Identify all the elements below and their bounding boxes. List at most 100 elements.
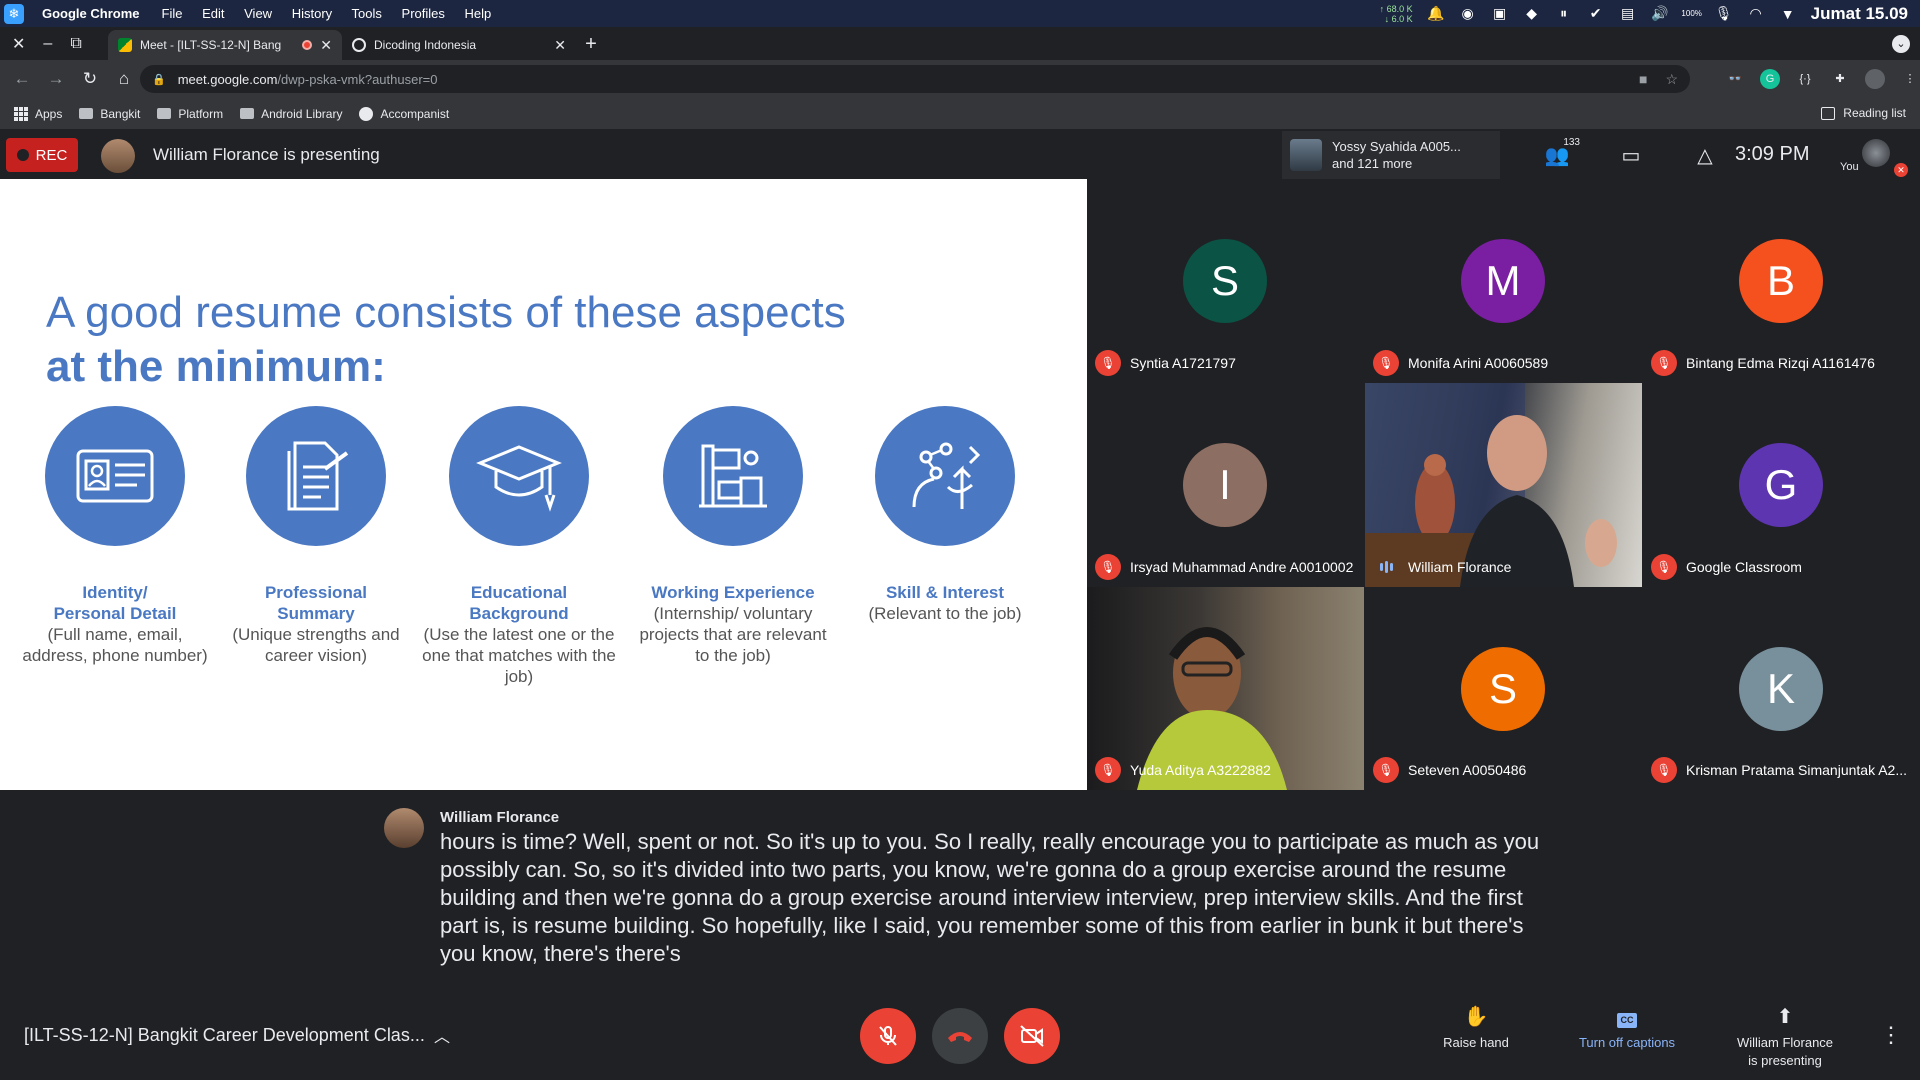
other-participants-preview[interactable]: Yossy Syahida A005... and 121 more xyxy=(1282,131,1500,179)
maximize-window-icon[interactable]: ⧉ xyxy=(70,35,81,53)
menu-tools[interactable]: Tools xyxy=(352,6,382,21)
others-line1: Yossy Syahida A005... xyxy=(1332,139,1461,154)
menu-profiles[interactable]: Profiles xyxy=(402,6,445,21)
tab-title: Meet - [ILT-SS-12-N] Bang xyxy=(140,38,282,52)
camera-off-icon xyxy=(1020,1025,1044,1047)
bookmark-apps[interactable]: Apps xyxy=(14,106,62,121)
recording-button[interactable]: REC xyxy=(6,138,78,172)
aspect-identity: Identity/Personal Detail (Full name, ema… xyxy=(15,406,215,666)
tab-strip: ✕ – ⧉ Meet - [ILT-SS-12-N] Bang ✕ Dicodi… xyxy=(0,27,1920,60)
os-logo-icon[interactable]: ❄ xyxy=(4,3,24,24)
apps-grid-icon xyxy=(14,106,28,121)
leave-call-button[interactable] xyxy=(932,1008,988,1064)
record-dot-icon xyxy=(16,149,29,161)
aspect-description: (Internship/ voluntary projects that are… xyxy=(639,604,827,665)
check-icon[interactable]: ✔ xyxy=(1587,5,1605,22)
captions-toggle-button[interactable]: CC Turn off captions xyxy=(1570,1008,1684,1052)
close-window-icon[interactable]: ✕ xyxy=(12,34,25,54)
chrome-menu-icon[interactable]: ⋮ xyxy=(1900,69,1920,89)
bookmark-android-library[interactable]: Android Library xyxy=(240,107,342,121)
extension-glasses-icon[interactable]: 👓 xyxy=(1725,69,1745,89)
self-view[interactable]: You ✕ xyxy=(1832,139,1912,179)
discord-icon[interactable]: ◉ xyxy=(1459,5,1477,22)
closed-captions-icon: CC xyxy=(1570,1008,1684,1034)
participant-name: Irsyad Muhammad Andre A0010002 xyxy=(1130,559,1354,575)
lock-icon[interactable]: 🔒 xyxy=(152,73,166,86)
participant-avatar: G xyxy=(1739,443,1823,527)
bookmark-label: Accompanist xyxy=(380,106,450,121)
wifi-icon[interactable]: ◠ xyxy=(1747,5,1765,22)
presenting-line1: William Florance xyxy=(1736,1035,1834,1050)
participant-tile[interactable]: S 🎙 Syntia A1721797 xyxy=(1087,179,1364,383)
self-avatar xyxy=(1862,139,1890,167)
hang-up-icon xyxy=(948,1032,972,1042)
menu-help[interactable]: Help xyxy=(465,6,492,21)
participant-video-tile[interactable]: William Florance xyxy=(1365,383,1642,587)
meeting-name[interactable]: [ILT-SS-12-N] Bangkit Career Development… xyxy=(24,1025,425,1046)
app-tray-icon[interactable]: ◆ xyxy=(1523,5,1541,22)
window-controls: ✕ – ⧉ xyxy=(0,27,108,60)
bookmark-star-icon[interactable]: ☆ xyxy=(1665,71,1678,88)
menu-edit[interactable]: Edit xyxy=(202,6,224,21)
menu-view[interactable]: View xyxy=(244,6,272,21)
menu-file[interactable]: File xyxy=(162,6,183,21)
aspect-title: Professional Summary xyxy=(264,583,368,623)
minimize-window-icon[interactable]: – xyxy=(43,35,52,53)
chevron-up-icon[interactable]: ︿ xyxy=(434,1023,450,1047)
activities-shapes-icon: △ xyxy=(1697,144,1713,167)
volume-icon[interactable]: 🔊 xyxy=(1651,5,1669,22)
os-app-name[interactable]: Google Chrome xyxy=(42,6,140,21)
camera-in-use-icon[interactable]: ■ xyxy=(1639,71,1647,88)
tab-search-icon[interactable]: ⌄ xyxy=(1892,35,1910,53)
bookmark-accompanist[interactable]: Accompanist xyxy=(359,106,450,121)
reading-list-button[interactable]: Reading list xyxy=(1821,106,1906,120)
caption-text: hours is time? Well, spent or not. So it… xyxy=(440,829,1540,966)
bookmark-platform[interactable]: Platform xyxy=(157,107,223,121)
extensions-puzzle-icon[interactable]: ✚ xyxy=(1830,69,1850,89)
forward-icon[interactable]: → xyxy=(46,69,66,89)
dropdown-icon[interactable]: ▼ xyxy=(1779,6,1797,22)
grammarly-icon[interactable]: G xyxy=(1760,69,1780,89)
tab-meet[interactable]: Meet - [ILT-SS-12-N] Bang ✕ xyxy=(108,30,342,60)
meet-top-actions: 👥 133 ▭ △ xyxy=(1520,131,1742,179)
participant-tile[interactable]: I 🎙 Irsyad Muhammad Andre A0010002 xyxy=(1087,383,1364,587)
os-clock[interactable]: Jumat 15.09 xyxy=(1811,4,1908,24)
presentation-slide: A good resume consists of these aspects … xyxy=(0,179,1087,790)
reload-icon[interactable]: ↻ xyxy=(80,69,100,89)
mic-toggle-button[interactable] xyxy=(860,1008,916,1064)
new-tab-button[interactable]: + xyxy=(576,30,606,60)
participant-tile[interactable]: M 🎙 Monifa Arini A0060589 xyxy=(1365,179,1642,383)
tab-dicoding[interactable]: Dicoding Indonesia ✕ xyxy=(342,30,576,60)
close-tab-icon[interactable]: ✕ xyxy=(554,37,566,54)
camera-toggle-button[interactable] xyxy=(1004,1008,1060,1064)
menu-history[interactable]: History xyxy=(292,6,332,21)
bookmark-bangkit[interactable]: Bangkit xyxy=(79,107,140,121)
clipboard-list-icon[interactable]: ▤ xyxy=(1619,5,1637,22)
extension-bracket-icon[interactable]: {·} xyxy=(1795,69,1815,89)
microphone-icon[interactable]: 🎙 xyxy=(1715,5,1733,22)
address-bar[interactable]: 🔒 meet.google.com /dwp-pska-vmk?authuser… xyxy=(140,65,1690,93)
pause-icon[interactable]: ⏸ xyxy=(1555,5,1573,22)
clipboard-icon[interactable]: ▣ xyxy=(1491,5,1509,22)
more-options-icon[interactable]: ⋮ xyxy=(1880,1022,1902,1048)
present-now-button[interactable]: ⬆ William Florance is presenting xyxy=(1730,1007,1840,1070)
github-icon xyxy=(359,106,374,121)
battery-icon[interactable]: 100% xyxy=(1681,6,1701,22)
participant-video-tile[interactable]: 🎙 Yuda Aditya A3222882 xyxy=(1087,587,1364,790)
aspect-description: (Unique strengths and career vision) xyxy=(232,625,400,665)
participant-tile[interactable]: S 🎙 Seteven A0050486 xyxy=(1365,587,1642,790)
folder-icon xyxy=(157,108,172,119)
participant-tile[interactable]: B 🎙 Bintang Edma Rizqi A1161476 xyxy=(1643,179,1920,383)
captions-toggle-label: Turn off captions xyxy=(1578,1035,1676,1050)
activities-button[interactable]: △ xyxy=(1668,143,1742,168)
close-tab-icon[interactable]: ✕ xyxy=(320,37,332,54)
participant-tile[interactable]: G 🎙 Google Classroom xyxy=(1643,383,1920,587)
notification-bell-icon[interactable]: 🔔 xyxy=(1427,5,1445,22)
people-button[interactable]: 👥 133 xyxy=(1520,137,1594,168)
back-icon[interactable]: ← xyxy=(12,69,32,89)
participant-tile[interactable]: K 🎙 Krisman Pratama Simanjuntak A2... xyxy=(1643,587,1920,790)
home-icon[interactable]: ⌂ xyxy=(114,69,134,89)
raise-hand-button[interactable]: ✋ Raise hand xyxy=(1436,1007,1516,1052)
profile-avatar[interactable] xyxy=(1865,69,1885,89)
chat-button[interactable]: ▭ xyxy=(1594,143,1668,168)
